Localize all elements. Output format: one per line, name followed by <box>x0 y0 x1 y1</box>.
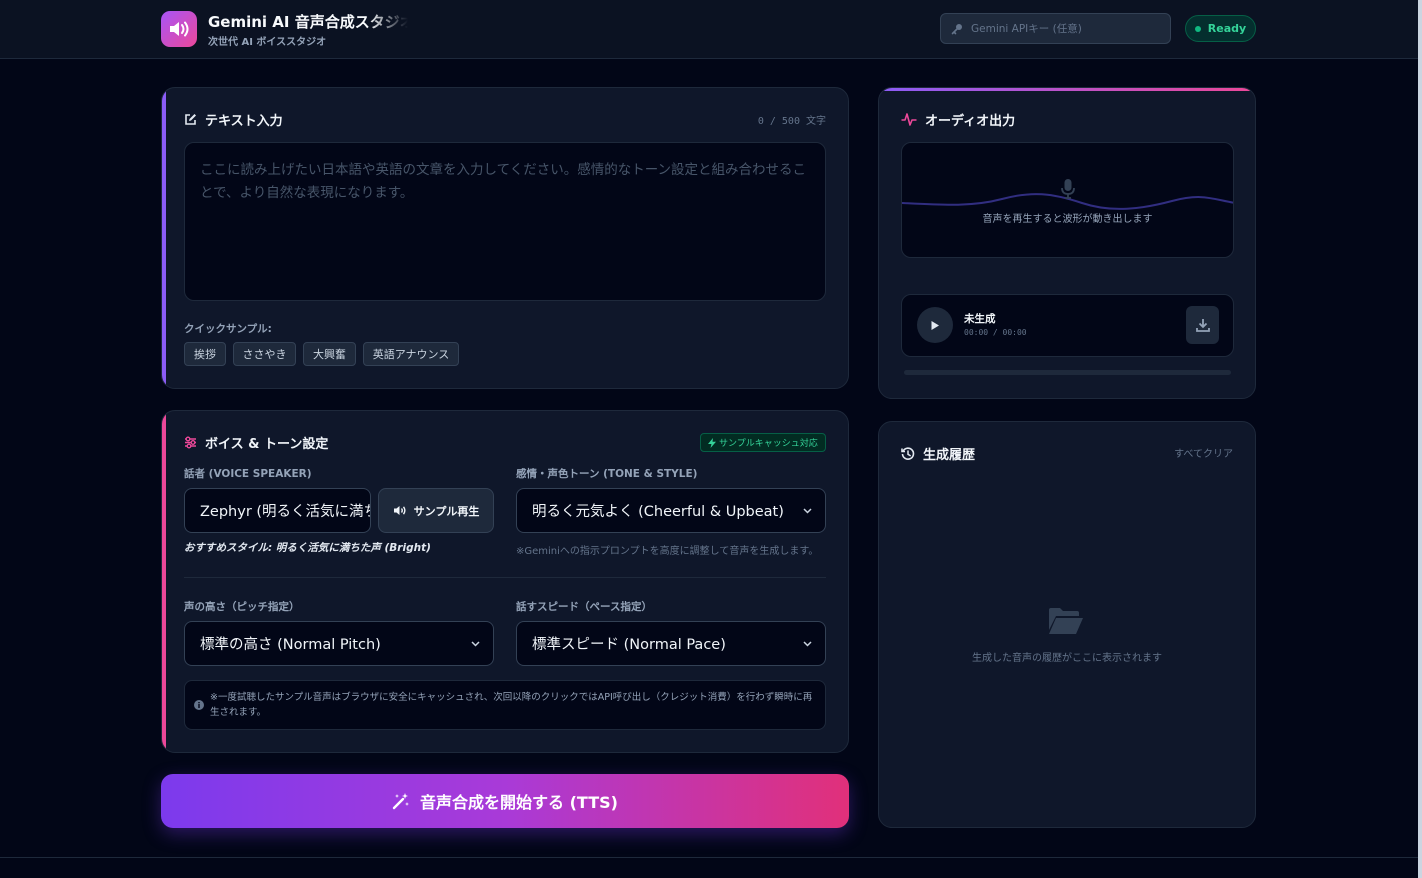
speaker-value: Zephyr (明るく活気に満ちた声) <box>200 504 370 520</box>
playback-progress[interactable] <box>904 370 1231 375</box>
waveform-line <box>902 193 1233 210</box>
speaker-label: 話者 (VOICE SPEAKER) <box>184 468 312 480</box>
tone-value: 明るく元気よく (Cheerful & Upbeat) <box>532 504 784 520</box>
cache-badge-text: サンプルキャッシュ対応 <box>719 439 818 449</box>
quick-sample-excited[interactable]: 大興奮 <box>303 342 356 366</box>
audio-player: 未生成 00:00 / 00:00 <box>901 294 1234 357</box>
settings-divider <box>184 577 826 578</box>
chevron-down-icon <box>803 508 812 514</box>
card-top-accent <box>879 88 1255 91</box>
edit-icon <box>185 114 196 125</box>
card-accent <box>162 411 166 752</box>
card-accent <box>162 88 166 388</box>
download-button[interactable] <box>1186 306 1219 344</box>
sample-play-button[interactable]: サンプル再生 <box>378 488 494 533</box>
key-icon <box>951 23 962 34</box>
app-logo <box>161 11 197 47</box>
pace-label: 話すスピード（ペース指定） <box>516 601 652 613</box>
footer-divider <box>0 857 1418 858</box>
text-input-card: テキスト入力 0 / 500 文字 クイックサンプル: 挨拶 ささやき 大興奮 … <box>161 87 849 389</box>
generate-tts-label: 音声合成を開始する (TTS) <box>420 793 618 812</box>
generate-tts-button[interactable]: 音声合成を開始する (TTS) <box>161 774 849 828</box>
scrollbar[interactable] <box>1418 0 1422 878</box>
api-key-input[interactable] <box>971 22 1161 35</box>
tts-text-input[interactable] <box>184 142 826 301</box>
cache-info-box: ※一度試聴したサンプル音声はブラウザに安全にキャッシュされ、次回以降のクリックで… <box>184 680 826 730</box>
waveform-icon <box>901 113 917 126</box>
quick-sample-whisper[interactable]: ささやき <box>233 342 296 366</box>
api-key-field[interactable] <box>940 13 1171 44</box>
pace-select[interactable]: 標準スピード (Normal Pace) <box>516 621 826 666</box>
track-time: 00:00 / 00:00 <box>964 328 1027 337</box>
clear-all-button[interactable]: すべてクリア <box>1174 445 1233 460</box>
app-title: Gemini AI 音声合成スタジオ <box>208 13 408 31</box>
voice-settings-title: ボイス & トーン設定 <box>205 437 329 452</box>
status-badge: Ready <box>1185 15 1256 42</box>
bolt-icon <box>708 437 716 448</box>
quick-samples-label: クイックサンプル: <box>184 323 272 335</box>
sliders-icon <box>185 436 196 449</box>
history-title: 生成履歴 <box>923 448 976 463</box>
speaker-icon <box>170 21 189 37</box>
audio-output-card: オーディオ出力 音声を再生すると波形が動き出します 未生成 00:00 / 00… <box>878 87 1256 399</box>
audio-output-title: オーディオ出力 <box>925 114 1016 129</box>
recommended-style: おすすめスタイル: 明るく活気に満ちた声 (Bright) <box>184 542 431 554</box>
status-dot <box>1194 25 1201 32</box>
microphone-icon <box>1061 179 1075 199</box>
play-icon <box>931 320 939 330</box>
char-counter: 0 / 500 文字 <box>757 116 826 127</box>
track-title: 未生成 <box>964 313 996 325</box>
tone-hint: ※Geminiへの指示プロンプトを高度に調整して音声を生成します。 <box>516 546 819 557</box>
history-header: 生成履歴 <box>901 444 975 463</box>
quick-sample-english[interactable]: 英語アナウンス <box>363 342 459 366</box>
text-input-title: テキスト入力 <box>205 114 283 129</box>
folder-open-icon <box>1049 608 1083 634</box>
pitch-value: 標準の高さ (Normal Pitch) <box>200 637 381 653</box>
chevron-down-icon <box>471 641 480 647</box>
tone-select[interactable]: 明るく元気よく (Cheerful & Upbeat) <box>516 488 826 533</box>
quick-sample-greeting[interactable]: 挨拶 <box>184 342 226 366</box>
pitch-select[interactable]: 標準の高さ (Normal Pitch) <box>184 621 494 666</box>
pace-value: 標準スピード (Normal Pace) <box>532 637 726 653</box>
sample-play-label: サンプル再生 <box>413 504 480 518</box>
history-empty-text: 生成した音声の履歴がここに表示されます <box>972 653 1162 664</box>
download-icon <box>1195 319 1210 332</box>
audio-output-header: オーディオ出力 <box>901 110 1015 129</box>
waveform-display: 音声を再生すると波形が動き出します <box>901 142 1234 258</box>
voice-settings-card: ボイス & トーン設定 サンプルキャッシュ対応 話者 (VOICE SPEAKE… <box>161 410 849 753</box>
history-card: 生成履歴 すべてクリア 生成した音声の履歴がここに表示されます <box>878 421 1256 828</box>
play-button[interactable] <box>917 307 953 343</box>
voice-settings-header: ボイス & トーン設定 <box>184 433 328 452</box>
magic-wand-icon <box>392 793 410 810</box>
status-text: Ready <box>1207 22 1247 35</box>
top-bar: Gemini AI 音声合成スタジオ 次世代 AI ボイススタジオ Ready <box>0 0 1418 59</box>
speaker-select[interactable]: Zephyr (明るく活気に満ちた声) <box>184 488 371 533</box>
text-input-header: テキスト入力 <box>184 110 283 129</box>
history-icon <box>901 446 915 460</box>
tone-label: 感情・声色トーン (TONE & STYLE) <box>516 468 698 480</box>
cache-badge: サンプルキャッシュ対応 <box>700 433 826 452</box>
chevron-down-icon <box>803 641 812 647</box>
pitch-label: 声の高さ（ピッチ指定） <box>184 601 300 613</box>
waveform-hint: 音声を再生すると波形が動き出します <box>982 214 1153 225</box>
app-subtitle: 次世代 AI ボイススタジオ <box>208 37 327 48</box>
info-icon <box>194 700 204 710</box>
cache-info-text: ※一度試聴したサンプル音声はブラウザに安全にキャッシュされ、次回以降のクリックで… <box>210 692 813 718</box>
volume-icon <box>393 506 406 515</box>
